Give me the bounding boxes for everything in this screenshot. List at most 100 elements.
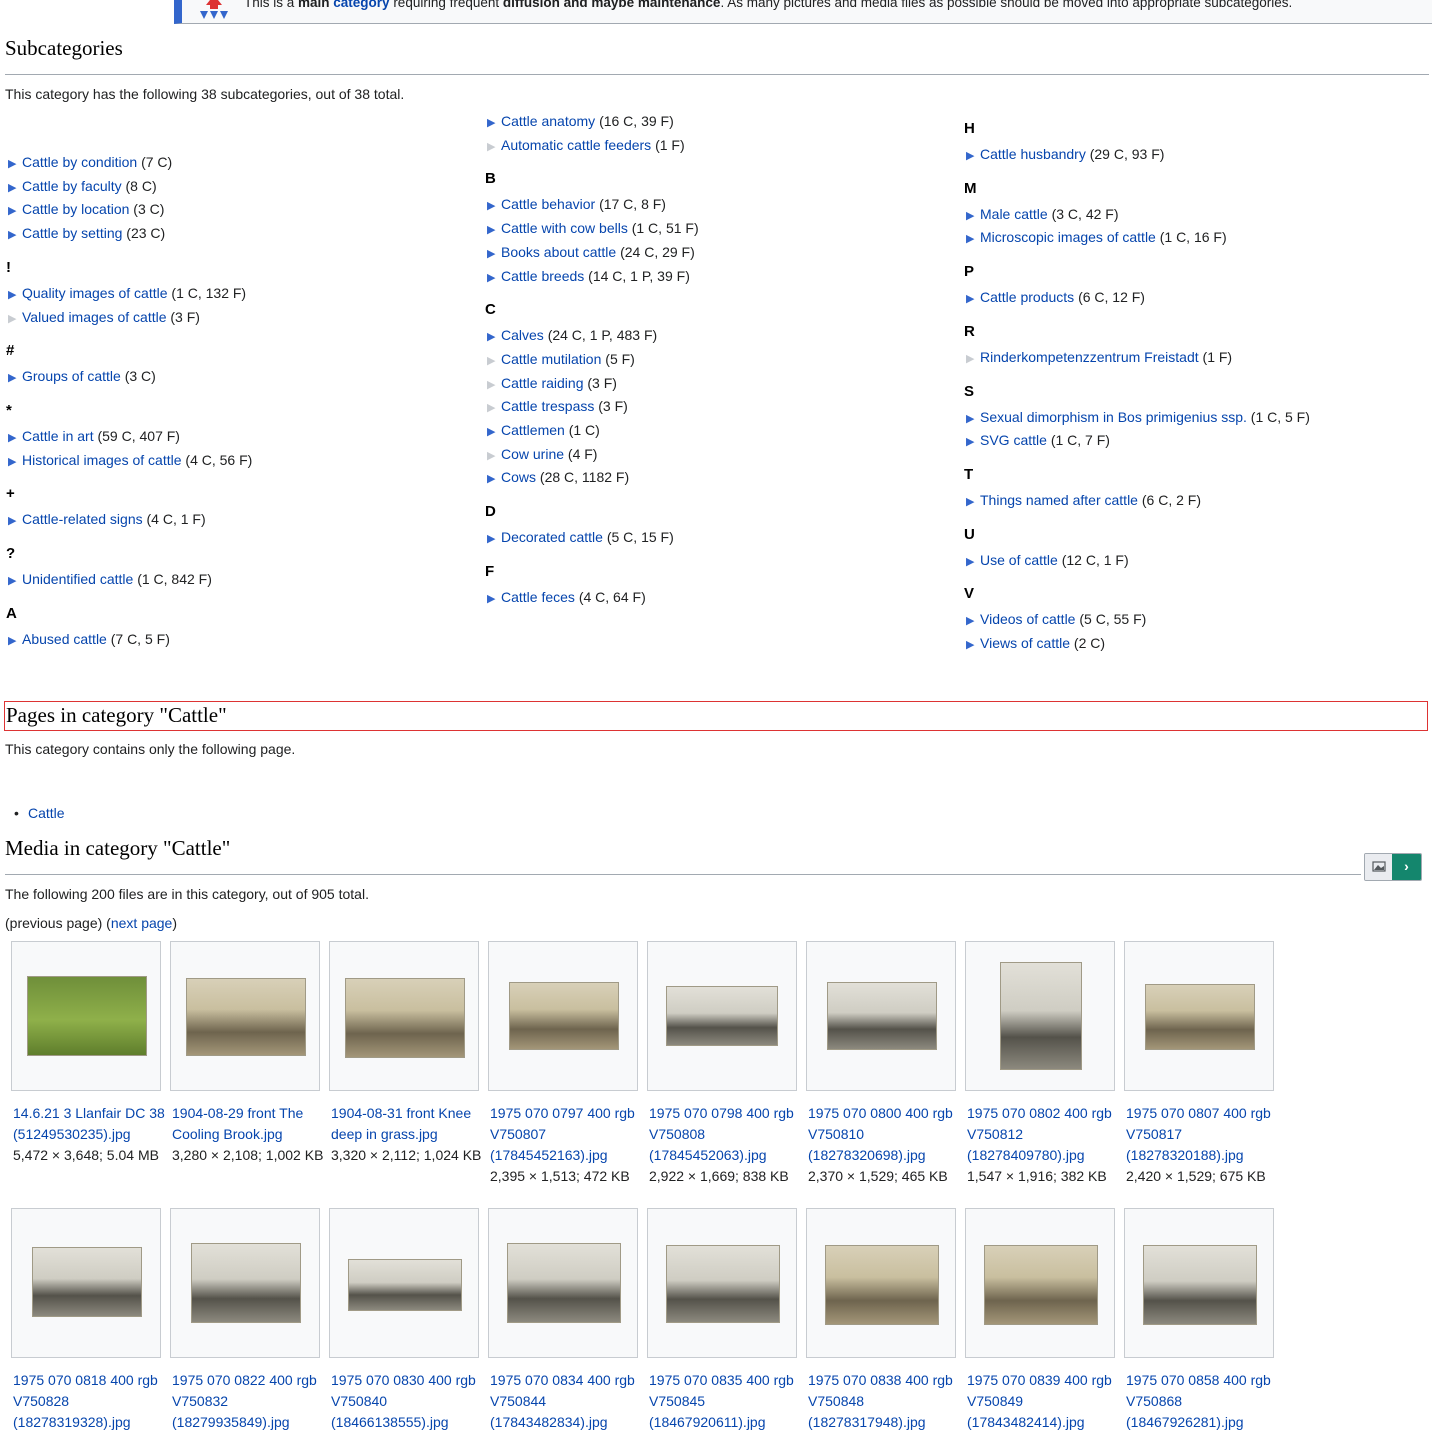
subcategory-link[interactable]: Cattle raiding (501, 375, 584, 391)
media-file-link[interactable]: 1904-08-31 front Knee deep in grass.jpg (331, 1105, 471, 1142)
subcategory-link[interactable]: Automatic cattle feeders (501, 137, 651, 153)
subcategory-link[interactable]: Cattle by faculty (22, 178, 122, 194)
thumbnail-image[interactable] (827, 982, 937, 1050)
subcategory-link[interactable]: Cattlemen (501, 422, 565, 438)
media-thumbnail[interactable] (329, 1208, 479, 1358)
expand-triangle-icon[interactable]: ▶ (487, 425, 501, 438)
media-file-link[interactable]: 1975 070 0858 400 rgb V750868 (184679262… (1126, 1372, 1271, 1430)
notice-category-link[interactable]: category (333, 0, 389, 10)
thumbnail-image[interactable] (1145, 984, 1255, 1050)
expand-triangle-icon[interactable]: ▶ (966, 232, 980, 245)
subcategory-link[interactable]: Abused cattle (22, 631, 107, 647)
thumbnail-image[interactable] (507, 1243, 621, 1323)
expand-triangle-icon[interactable]: ▶ (966, 555, 980, 568)
subcategory-link[interactable]: Microscopic images of cattle (980, 229, 1156, 245)
subcategory-link[interactable]: Cattle breeds (501, 268, 584, 284)
expand-triangle-icon[interactable]: ▶ (487, 116, 501, 129)
media-file-link[interactable]: 1975 070 0807 400 rgb V750817 (182783201… (1126, 1105, 1271, 1163)
subcategory-link[interactable]: Cattle with cow bells (501, 220, 628, 236)
media-file-link[interactable]: 1975 070 0839 400 rgb V750849 (178434824… (967, 1372, 1112, 1430)
subcategory-link[interactable]: Cattle behavior (501, 196, 595, 212)
media-thumbnail[interactable] (1124, 941, 1274, 1091)
subcategory-link[interactable]: Books about cattle (501, 244, 616, 260)
expand-triangle-icon[interactable]: ▶ (966, 435, 980, 448)
media-file-link[interactable]: 1975 070 0800 400 rgb V750810 (182783206… (808, 1105, 953, 1163)
media-thumbnail[interactable] (806, 1208, 956, 1358)
media-thumbnail[interactable] (329, 941, 479, 1091)
subcategory-link[interactable]: Videos of cattle (980, 611, 1075, 627)
thumbnail-image[interactable] (666, 986, 778, 1046)
expand-triangle-icon[interactable]: ▶ (8, 634, 22, 647)
expand-triangle-icon[interactable]: ▶ (487, 223, 501, 236)
expand-triangle-icon[interactable]: ▶ (487, 472, 501, 485)
media-file-link[interactable]: 1975 070 0834 400 rgb V750844 (178434828… (490, 1372, 635, 1430)
subcategory-link[interactable]: Cattle products (980, 289, 1074, 305)
media-file-link[interactable]: 1975 070 0797 400 rgb V750807 (178454521… (490, 1105, 635, 1163)
subcategory-link[interactable]: Cattle in art (22, 428, 94, 444)
media-file-link[interactable]: 1975 070 0835 400 rgb V750845 (184679206… (649, 1372, 794, 1430)
expand-triangle-icon[interactable]: ▶ (8, 288, 22, 301)
expand-triangle-icon[interactable]: ▶ (8, 455, 22, 468)
thumbnail-image[interactable] (348, 1259, 462, 1311)
media-thumbnail[interactable] (965, 1208, 1115, 1358)
thumbnail-image[interactable] (27, 976, 147, 1056)
media-thumbnail[interactable] (647, 1208, 797, 1358)
media-thumbnail[interactable] (965, 941, 1115, 1091)
subcategory-link[interactable]: SVG cattle (980, 432, 1047, 448)
thumbnail-image[interactable] (32, 1247, 142, 1317)
subcategory-link[interactable]: Cattle husbandry (980, 146, 1086, 162)
thumbnail-image[interactable] (825, 1245, 939, 1325)
subcategory-link[interactable]: Cattle anatomy (501, 113, 595, 129)
media-thumbnail[interactable] (488, 941, 638, 1091)
thumbnail-image[interactable] (666, 1245, 780, 1323)
subcategory-link[interactable]: Calves (501, 327, 544, 343)
media-file-link[interactable]: 1975 070 0818 400 rgb V750828 (182783193… (13, 1372, 158, 1430)
subcategory-link[interactable]: Cattle by setting (22, 225, 122, 241)
expand-triangle-icon[interactable]: ▶ (8, 371, 22, 384)
subcategory-link[interactable]: Sexual dimorphism in Bos primigenius ssp… (980, 409, 1247, 425)
expand-triangle-icon[interactable]: ▶ (8, 514, 22, 527)
media-thumbnail[interactable] (1124, 1208, 1274, 1358)
expand-triangle-icon[interactable]: ▶ (966, 149, 980, 162)
subcategory-link[interactable]: Cow urine (501, 446, 564, 462)
expand-triangle-icon[interactable]: ▶ (487, 199, 501, 212)
expand-triangle-icon[interactable]: ▶ (487, 271, 501, 284)
thumbnail-image[interactable] (509, 982, 619, 1050)
media-thumbnail[interactable] (11, 941, 161, 1091)
media-file-link[interactable]: 1975 070 0798 400 rgb V750808 (178454520… (649, 1105, 794, 1163)
media-thumbnail[interactable] (647, 941, 797, 1091)
subcategory-link[interactable]: Historical images of cattle (22, 452, 182, 468)
subcategory-link[interactable]: Cattle trespass (501, 398, 594, 414)
thumbnail-image[interactable] (1143, 1245, 1257, 1325)
media-thumbnail[interactable] (11, 1208, 161, 1358)
subcategory-link[interactable]: Groups of cattle (22, 368, 121, 384)
thumbnail-image[interactable] (345, 978, 465, 1058)
media-thumbnail[interactable] (170, 941, 320, 1091)
subcategory-link[interactable]: Unidentified cattle (22, 571, 133, 587)
subcategory-link[interactable]: Cattle by location (22, 201, 129, 217)
subcategory-link[interactable]: Male cattle (980, 206, 1048, 222)
media-file-link[interactable]: 14.6.21 3 Llanfair DC 38 (51249530235).j… (13, 1105, 165, 1142)
subcategory-link[interactable]: Cattle-related signs (22, 511, 143, 527)
thumbnail-image[interactable] (191, 1243, 301, 1323)
next-page-link[interactable]: next page (111, 915, 173, 931)
media-thumbnail[interactable] (488, 1208, 638, 1358)
media-file-link[interactable]: 1975 070 0830 400 rgb V750840 (184661385… (331, 1372, 476, 1430)
subcategory-link[interactable]: Cattle by condition (22, 154, 137, 170)
media-file-link[interactable]: 1975 070 0838 400 rgb V750848 (182783179… (808, 1372, 953, 1430)
expand-triangle-icon[interactable]: ▶ (8, 574, 22, 587)
expand-triangle-icon[interactable]: ▶ (966, 412, 980, 425)
expand-triangle-icon[interactable]: ▶ (487, 592, 501, 605)
expand-triangle-icon[interactable]: ▶ (966, 495, 980, 508)
page-link-cattle[interactable]: Cattle (28, 805, 65, 821)
expand-triangle-icon[interactable]: ▶ (487, 330, 501, 343)
media-thumbnail[interactable] (170, 1208, 320, 1358)
expand-triangle-icon[interactable]: ▶ (966, 638, 980, 651)
expand-triangle-icon[interactable]: ▶ (966, 292, 980, 305)
expand-triangle-icon[interactable]: ▶ (8, 431, 22, 444)
thumbnail-image[interactable] (1000, 962, 1082, 1070)
subcategory-link[interactable]: Valued images of cattle (22, 309, 167, 325)
expand-triangle-icon[interactable]: ▶ (8, 204, 22, 217)
expand-triangle-icon[interactable]: ▶ (8, 181, 22, 194)
expand-triangle-icon[interactable]: ▶ (8, 228, 22, 241)
